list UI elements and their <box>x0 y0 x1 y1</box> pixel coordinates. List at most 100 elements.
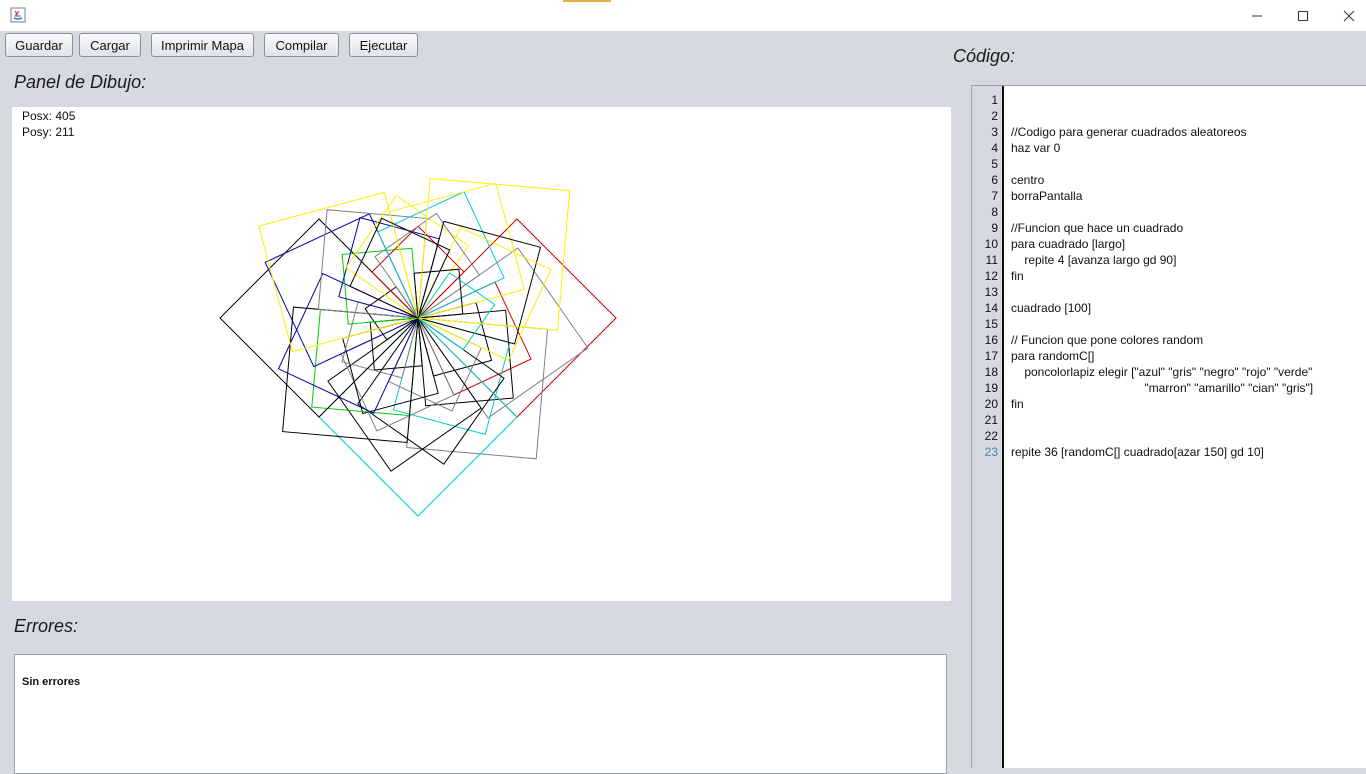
guardar-button[interactable]: Guardar <box>5 33 73 57</box>
line-number: 20 <box>984 397 998 411</box>
code-line[interactable]: 16 // Funcion que pone colores random <box>972 333 1366 349</box>
code-line[interactable]: 21 <box>972 413 1366 429</box>
code-line[interactable]: 9 //Funcion que hace un cuadrado <box>972 221 1366 237</box>
line-number: 5 <box>991 157 998 171</box>
code-line-text: centro <box>1011 173 1045 187</box>
minimize-button[interactable] <box>1234 0 1280 31</box>
code-line[interactable]: 7 borraPantalla <box>972 189 1366 205</box>
code-line-text: borraPantalla <box>1011 189 1083 203</box>
line-number: 23 <box>984 445 998 459</box>
ejecutar-button[interactable]: Ejecutar <box>349 33 418 57</box>
code-title: Código: <box>953 46 1016 66</box>
drawn-square <box>377 191 505 319</box>
line-number: 18 <box>984 365 998 379</box>
cargar-button[interactable]: Cargar <box>79 33 141 57</box>
compilar-button[interactable]: Compilar <box>264 33 339 57</box>
code-line-text: para randomC[] <box>1011 349 1095 363</box>
posy-label: Posy: 211 <box>22 125 75 139</box>
code-line[interactable]: 19 "marron" "amarillo" "cian" "gris"] <box>972 381 1366 397</box>
line-number: 3 <box>991 125 998 139</box>
code-line[interactable]: 12 fin <box>972 269 1366 285</box>
drawing-panel-title: Panel de Dibujo: <box>14 72 147 92</box>
code-line[interactable]: 11 repite 4 [avanza largo gd 90] <box>972 253 1366 269</box>
drawn-square <box>341 301 419 379</box>
code-line-text: para cuadrado [largo] <box>1011 237 1126 251</box>
code-line[interactable]: 6 centro <box>972 173 1366 189</box>
code-line-text: poncolorlapiz elegir ["azul" "gris" "neg… <box>1011 365 1313 379</box>
line-number: 4 <box>991 141 998 155</box>
drawn-square <box>387 317 483 412</box>
drawn-square <box>417 226 552 361</box>
drawn-square <box>417 272 496 351</box>
imprimir-mapa-button[interactable]: Imprimir Mapa <box>151 33 254 57</box>
minimize-icon <box>1252 15 1262 16</box>
drawn-square <box>364 286 419 341</box>
line-number: 19 <box>984 381 998 395</box>
code-line[interactable]: 23 repite 36 [randomC[] cuadrado[azar 150… <box>972 445 1366 461</box>
code-line-text: //Codigo para generar cuadrados aleatore… <box>1011 125 1247 139</box>
line-number: 16 <box>984 333 998 347</box>
code-line-text: repite 36 [randomC[] cuadrado[azar 150] … <box>1011 445 1264 459</box>
code-line[interactable]: 20 fin <box>972 397 1366 413</box>
code-line-text: //Funcion que hace un cuadrado <box>1011 221 1184 235</box>
line-number: 12 <box>984 269 998 283</box>
code-line[interactable]: 18 poncolorlapiz elegir ["azul" "gris" "… <box>972 365 1366 381</box>
code-line-text: // Funcion que pone colores random <box>1011 333 1204 347</box>
code-line[interactable]: 10 para cuadrado [largo] <box>972 237 1366 253</box>
code-line[interactable]: 3 //Codigo para generar cuadrados aleator… <box>972 125 1366 141</box>
code-line-text: fin <box>1011 269 1024 283</box>
title-accent <box>563 0 611 2</box>
maximize-icon <box>1298 10 1308 21</box>
drawn-square <box>357 317 505 465</box>
line-number: 11 <box>985 253 998 267</box>
drawn-square <box>388 182 525 319</box>
line-number: 14 <box>984 301 998 315</box>
drawing-canvas[interactable]: Posx: 405 Posy: 211 <box>12 107 951 601</box>
code-line[interactable]: 22 <box>972 429 1366 445</box>
errors-output: Sin errores <box>14 654 947 774</box>
title-bar <box>0 0 1366 31</box>
drawn-square <box>417 281 532 396</box>
line-number: 21 <box>984 413 998 427</box>
code-line-text: "marron" "amarillo" "cian" "gris"] <box>1011 381 1314 395</box>
drawn-square <box>417 301 493 377</box>
errors-title: Errores: <box>14 616 79 636</box>
line-number: 10 <box>984 237 998 251</box>
code-line[interactable]: 17 para randomC[] <box>972 349 1366 365</box>
code-editor[interactable]: 1 2 3//Codigo para generar cuadrados aleat… <box>971 85 1366 768</box>
line-number: 9 <box>991 221 998 235</box>
code-line[interactable]: 4 haz var 0 <box>972 141 1366 157</box>
line-number: 17 <box>984 349 998 363</box>
close-button[interactable] <box>1326 0 1366 31</box>
line-number: 15 <box>984 317 998 331</box>
code-text-area[interactable]: 1 2 3//Codigo para generar cuadrados aleat… <box>972 93 1366 461</box>
code-line-text: haz var 0 <box>1011 141 1061 155</box>
code-line[interactable]: 2 <box>972 109 1366 125</box>
line-number: 22 <box>984 429 998 443</box>
posx-label: Posx: 405 <box>22 109 76 123</box>
errors-message: Sin errores <box>22 676 81 688</box>
code-line[interactable]: 8 <box>972 205 1366 221</box>
code-line-text: repite 4 [avanza largo gd 90] <box>1011 253 1177 267</box>
code-line[interactable]: 15 <box>972 317 1366 333</box>
drawn-square <box>349 217 451 319</box>
drawn-square <box>277 272 419 414</box>
code-line[interactable]: 14 cuadrado [100] <box>972 301 1366 317</box>
maximize-button[interactable] <box>1280 0 1326 31</box>
drawn-square <box>258 191 419 353</box>
line-number: 7 <box>991 189 998 203</box>
code-line-text: cuadrado [100] <box>1011 301 1092 315</box>
drawn-square <box>392 317 511 436</box>
code-line-text: fin <box>1011 397 1024 411</box>
line-number: 8 <box>991 205 998 219</box>
code-line[interactable]: 5 <box>972 157 1366 173</box>
line-number: 6 <box>991 173 998 187</box>
turtle-drawing <box>219 177 617 517</box>
close-icon <box>1343 10 1355 21</box>
code-line[interactable]: 13 <box>972 285 1366 301</box>
line-number: 1 <box>991 93 998 107</box>
drawn-square <box>264 213 419 368</box>
line-number: 13 <box>984 285 998 299</box>
line-number: 2 <box>991 109 998 123</box>
code-line[interactable]: 1 <box>972 93 1366 109</box>
